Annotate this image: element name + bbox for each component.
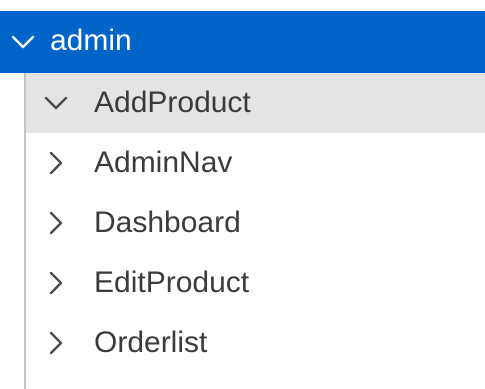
tree-item-label: EditProduct xyxy=(94,266,250,299)
chevron-right-icon[interactable] xyxy=(43,150,69,176)
tree-item-label: Dashboard xyxy=(94,206,241,239)
tree-root-admin[interactable]: admin xyxy=(0,11,485,73)
tree-item-adminnav[interactable]: AdminNav xyxy=(26,133,485,193)
tree-item-label: AdminNav xyxy=(94,146,233,179)
tree-item-orderlist[interactable]: Orderlist xyxy=(26,313,485,373)
file-tree: admin AddProduct AdminNav Dashboard Edit… xyxy=(0,0,485,389)
tree-item-dashboard[interactable]: Dashboard xyxy=(26,193,485,253)
chevron-right-icon[interactable] xyxy=(43,210,69,236)
tree-item-editproduct[interactable]: EditProduct xyxy=(26,253,485,313)
chevron-right-icon[interactable] xyxy=(43,270,69,296)
chevron-down-icon[interactable] xyxy=(43,90,69,116)
tree-item-label: Orderlist xyxy=(94,326,208,359)
tree-root-label: admin xyxy=(50,24,132,57)
chevron-down-icon[interactable] xyxy=(9,28,37,56)
tree-item-addproduct[interactable]: AddProduct xyxy=(26,73,485,133)
tree-item-label: AddProduct xyxy=(94,86,251,119)
chevron-right-icon[interactable] xyxy=(43,330,69,356)
